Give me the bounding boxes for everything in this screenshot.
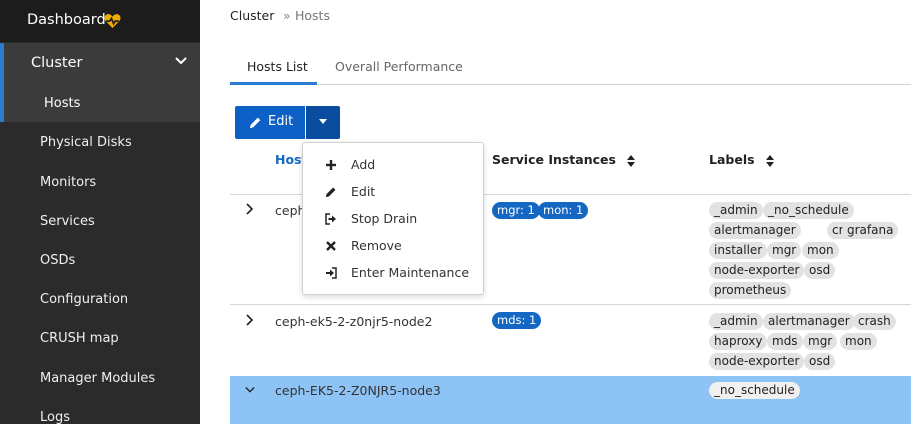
label-badge: _no_schedule xyxy=(709,382,800,399)
column-header-service-instances[interactable]: Service Instances xyxy=(492,152,636,167)
chevron-right-icon[interactable] xyxy=(245,314,255,326)
chevron-down-icon[interactable] xyxy=(174,54,188,68)
label-badge: _no_schedule xyxy=(763,202,854,219)
sort-icon xyxy=(627,154,636,167)
label-badge: mon xyxy=(802,242,839,259)
actions-dropdown-toggle[interactable] xyxy=(306,106,340,139)
hostname-cell[interactable]: ceph-ek5-2-z0njr5-node2 xyxy=(275,314,432,329)
menu-item-stop-drain[interactable]: Stop Drain xyxy=(303,207,483,231)
label-badge: mds xyxy=(767,333,803,350)
active-tab-indicator xyxy=(230,82,317,85)
hostname-cell[interactable]: ceph-EK5-2-Z0NJR5-node3 xyxy=(275,383,441,398)
menu-item-label: Add xyxy=(351,157,376,172)
sign-out-icon xyxy=(325,213,336,225)
edit-button[interactable]: Edit xyxy=(235,106,305,139)
label-badge: mon xyxy=(840,333,877,350)
menu-item-label: Enter Maintenance xyxy=(351,265,470,280)
pencil-icon xyxy=(325,187,336,198)
service-badge: mon: 1 xyxy=(538,202,589,219)
menu-item-enter-maintenance[interactable]: Enter Maintenance xyxy=(303,261,483,285)
caret-down-icon xyxy=(319,119,327,124)
times-icon xyxy=(326,241,336,251)
menu-item-add[interactable]: Add xyxy=(303,153,483,177)
plus-icon xyxy=(326,160,336,170)
row-divider xyxy=(230,304,911,305)
label-badge: grafana xyxy=(842,222,899,239)
tab-hosts-list[interactable]: Hosts List xyxy=(247,59,308,74)
service-badge: mds: 1 xyxy=(492,312,542,329)
breadcrumb-separator-icon: » xyxy=(283,8,291,23)
label-badge: mgr xyxy=(803,333,838,350)
edit-button-label: Edit xyxy=(268,114,294,129)
menu-item-edit[interactable]: Edit xyxy=(303,180,483,204)
label-badge: installer xyxy=(709,242,768,259)
chevron-right-icon[interactable] xyxy=(245,203,255,215)
label-badge: osd xyxy=(804,353,836,370)
sort-icon xyxy=(765,154,774,167)
label-badge: mgr xyxy=(767,242,802,259)
chevron-down-icon[interactable] xyxy=(245,384,255,396)
sidebar-item-configuration[interactable]: Configuration xyxy=(40,292,128,307)
sidebar-item-manager-modules[interactable]: Manager Modules xyxy=(40,371,155,386)
sidebar-item-crush-map[interactable]: CRUSH map xyxy=(40,331,119,346)
sidebar-item-hosts[interactable]: Hosts xyxy=(44,96,80,111)
heartbeat-icon xyxy=(104,14,121,28)
sidebar-group-label[interactable]: Cluster xyxy=(31,55,82,71)
label-badge: crash xyxy=(853,313,896,330)
sidebar-item-osds[interactable]: OSDs xyxy=(40,253,75,268)
pencil-icon xyxy=(249,117,261,129)
label-badge: _admin xyxy=(709,202,763,219)
menu-item-label: Stop Drain xyxy=(351,211,418,226)
sidebar: Dashboard Cluster Hosts Physical Disks M… xyxy=(0,0,200,425)
label-badge: alertmanager xyxy=(763,313,855,330)
menu-item-label: Remove xyxy=(351,238,402,253)
sidebar-item-dashboard[interactable]: Dashboard xyxy=(0,0,200,42)
service-badge: mgr: 1 xyxy=(492,202,540,219)
breadcrumb-root[interactable]: Cluster xyxy=(230,8,274,23)
sidebar-item-logs[interactable]: Logs xyxy=(40,410,70,425)
label-badge: prometheus xyxy=(709,282,792,299)
menu-item-remove[interactable]: Remove xyxy=(303,234,483,258)
label-badge: alertmanager xyxy=(709,222,801,239)
tabs-divider xyxy=(230,84,911,85)
label-badge: _admin xyxy=(709,313,763,330)
label-badge: node-exporter xyxy=(709,262,805,279)
sidebar-item-label: Dashboard xyxy=(27,12,106,28)
column-header-labels[interactable]: Labels xyxy=(709,152,774,167)
sidebar-group-cluster: Cluster Hosts xyxy=(0,43,200,122)
breadcrumb-current: Hosts xyxy=(295,8,330,23)
menu-item-label: Edit xyxy=(351,184,376,199)
sign-in-icon xyxy=(326,267,337,279)
label-badge: osd xyxy=(804,262,836,279)
label-badge: haproxy xyxy=(709,333,768,350)
actions-dropdown-menu: Add Edit Stop Drain Remove Enter Mainten… xyxy=(302,142,484,295)
sidebar-item-monitors[interactable]: Monitors xyxy=(40,175,96,190)
sidebar-item-physical-disks[interactable]: Physical Disks xyxy=(40,135,132,150)
label-badge: node-exporter xyxy=(709,353,805,370)
tab-overall-performance[interactable]: Overall Performance xyxy=(335,59,463,74)
sidebar-item-services[interactable]: Services xyxy=(40,214,95,229)
